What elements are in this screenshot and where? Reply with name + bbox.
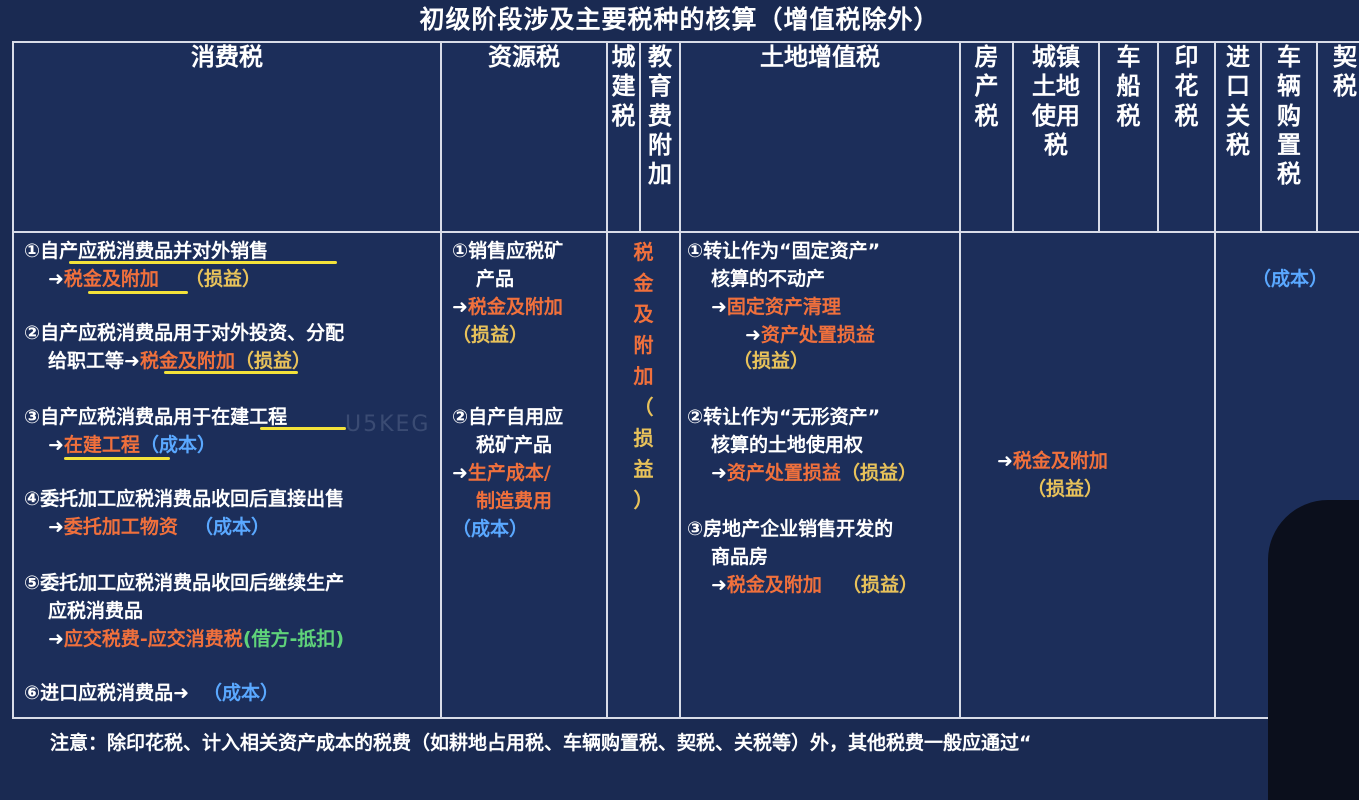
land-vat-item-1-tag: （损益） <box>733 350 810 372</box>
consumption-tax-cell: ①自产应税消费品并对外销售 ➜税金及附加 （损益） ②自产应税消费品用于对外投资、… <box>12 231 442 719</box>
watermark: U5KEG <box>345 412 431 437</box>
land-vat-item-1-line-1: ①转让作为“固定资产” <box>687 240 881 262</box>
consumption-item-4-entry: ➜委托加工物资 （成本） <box>48 516 270 538</box>
header-stamp-tax: 印花税 <box>1157 41 1216 233</box>
header-vehicle-purchase-tax: 车辆购置税 <box>1260 41 1318 233</box>
highlight-underline <box>88 291 188 294</box>
city-edu-entry: 税 金 及 附 加 （ 损 益 ） <box>633 240 654 512</box>
header-deed-tax: 契税 <box>1316 41 1359 233</box>
consumption-item-5-entry: ➜应交税费-应交消费税(借方-抵扣) <box>48 628 345 650</box>
header-consumption-tax: 消费税 <box>12 41 442 233</box>
resource-item-1-tag: （损益） <box>452 324 529 346</box>
header-resource-tax: 资源税 <box>440 41 608 233</box>
header-city-construction-tax: 城建税 <box>606 41 641 233</box>
consumption-item-4: ④委托加工应税消费品收回后直接出售 <box>24 488 345 510</box>
highlight-underline <box>260 427 346 430</box>
land-vat-item-1-entry-2: ➜资产处置损益 <box>745 324 875 346</box>
resource-item-2-tag: （成本） <box>452 518 529 540</box>
header-land-vat: 土地增值税 <box>679 41 961 233</box>
consumption-item-2-line-1: ②自产应税消费品用于对外投资、分配 <box>24 322 345 344</box>
group-right-tag: （成本） <box>1252 268 1329 290</box>
tax-accounting-table: 消费税 资源税 城建税 教育费附加 土地增值税 房产税 城镇 土地 使用税 车船税 … <box>12 41 1359 719</box>
header-vehicle-vessel-tax: 车船税 <box>1098 41 1159 233</box>
header-property-tax: 房产税 <box>959 41 1014 233</box>
consumption-item-3: ③自产应税消费品用于在建工程 <box>24 406 288 428</box>
resource-item-2-line-2: 税矿产品 <box>476 434 553 456</box>
header-import-duty: 进口关税 <box>1214 41 1262 233</box>
resource-item-2-line-1: ②自产自用应 <box>452 406 564 428</box>
header-row: 消费税 资源税 城建税 教育费附加 土地增值税 房产税 城镇 土地 使用税 车船税 … <box>12 41 1359 233</box>
land-vat-item-3-entry: ➜税金及附加 （损益） <box>711 574 918 596</box>
body-row: ①自产应税消费品并对外销售 ➜税金及附加 （损益） ②自产应税消费品用于对外投资、… <box>12 231 1359 719</box>
city-edu-cell: 税 金 及 附 加 （ 损 益 ） <box>606 231 681 719</box>
group-mid-tag: （损益） <box>1027 478 1104 500</box>
land-vat-item-1-line-2: 核算的不动产 <box>711 268 826 290</box>
header-urban-land-use-tax: 城镇 土地 使用税 <box>1012 41 1100 233</box>
land-vat-item-2-entry: ➜资产处置损益（损益） <box>711 462 917 484</box>
resource-tax-cell: ①销售应税矿 产品 ➜税金及附加 （损益） ②自产自用应 税矿产品 ➜生产成本/… <box>440 231 608 719</box>
consumption-item-5-line-1: ⑤委托加工应税消费品收回后继续生产 <box>24 572 345 594</box>
land-vat-item-2-line-2: 核算的土地使用权 <box>711 434 864 456</box>
resource-item-1-entry: ➜税金及附加 <box>452 296 563 318</box>
presenter-silhouette <box>1268 500 1359 800</box>
consumption-item-6: ⑥进口应税消费品➜ （成本） <box>24 682 280 704</box>
footnote: 注意：除印花税、计入相关资产成本的税费（如耕地占用税、车辆购置税、契税、关税等）… <box>50 732 1032 754</box>
land-vat-item-3-line-2: 商品房 <box>711 546 769 568</box>
page-title: 初级阶段涉及主要税种的核算（增值税除外） <box>419 5 940 34</box>
land-vat-item-2-line-1: ②转让作为“无形资产” <box>687 406 881 428</box>
resource-item-1-line-1: ①销售应税矿 <box>452 240 564 262</box>
highlight-underline <box>164 371 298 374</box>
resource-item-2-entry: ➜生产成本/ <box>452 462 551 484</box>
highlight-underline <box>64 457 170 460</box>
group-mid-entry: ➜税金及附加 <box>997 450 1108 472</box>
resource-item-1-line-2: 产品 <box>476 268 515 290</box>
property-stamp-group-cell: ➜税金及附加 （损益） <box>959 231 1216 719</box>
highlight-underline <box>69 261 337 264</box>
consumption-item-5-line-2: 应税消费品 <box>48 600 144 622</box>
consumption-item-3-entry: ➜在建工程（成本） <box>48 434 216 456</box>
resource-item-2-entry-2: 制造费用 <box>476 490 553 512</box>
land-vat-cell: ①转让作为“固定资产” 核算的不动产 ➜固定资产清理 ➜资产处置损益 （损益） … <box>679 231 961 719</box>
consumption-item-1-entry: ➜税金及附加 （损益） <box>48 268 261 290</box>
land-vat-item-3-line-1: ③房地产企业销售开发的 <box>687 518 894 540</box>
header-education-surcharge: 教育费附加 <box>639 41 681 233</box>
land-vat-item-1-entry-1: ➜固定资产清理 <box>711 296 841 318</box>
